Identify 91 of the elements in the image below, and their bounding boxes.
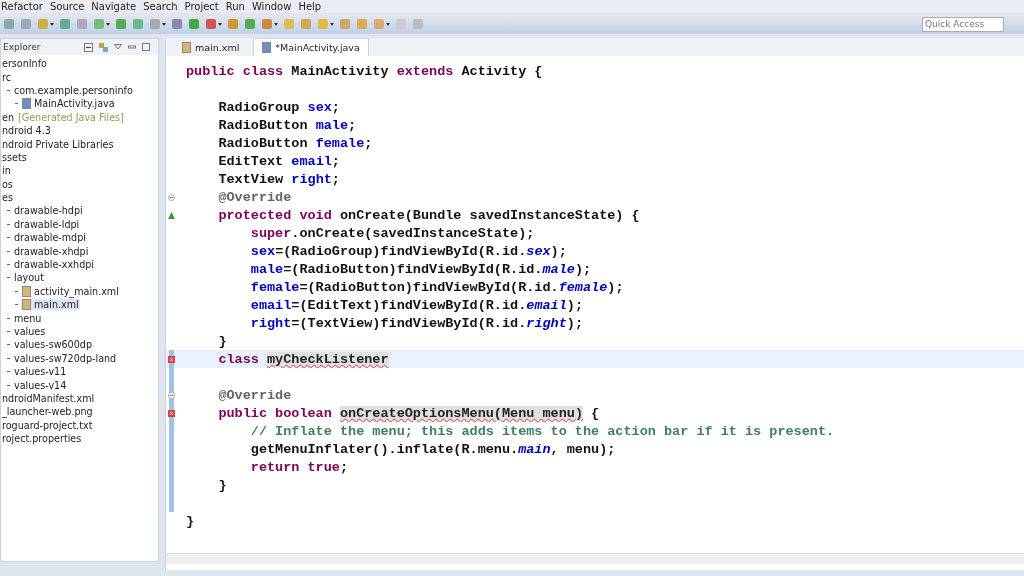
tree-item[interactable]: values-v14 [13, 379, 68, 391]
code-line: email=(EditText)findViewById(R.id.email); [249, 297, 583, 313]
tree-item[interactable]: values [13, 326, 47, 337]
file-icon [262, 42, 272, 53]
code-line: } [186, 513, 195, 529]
menu-title[interactable]: Refactor [1, 1, 43, 12]
menu-title[interactable]: Project [184, 1, 219, 12]
tree-item[interactable]: drawable-hdpi [13, 205, 84, 217]
fold-icon[interactable] [168, 193, 175, 201]
menu-title[interactable]: Window [251, 1, 292, 12]
tree-item[interactable]: ersonInfo [1, 58, 48, 70]
menu-title[interactable]: Search [143, 1, 178, 12]
tree-item[interactable]: drawable-xhdpi [13, 245, 90, 257]
tree-item[interactable]: os [1, 178, 14, 190]
code-line: RadioButton male; [217, 117, 357, 133]
editor-tab[interactable]: *MainActivity.java [253, 38, 369, 56]
toolbar-icon[interactable] [318, 18, 334, 30]
toolbar-icon[interactable] [189, 18, 200, 30]
tree-item[interactable]: en [1, 111, 15, 123]
code-line: sex=(RadioGroup)findViewById(R.id.sex); [249, 243, 567, 259]
code-line: TextView right; [217, 171, 340, 187]
quick-access-field[interactable]: Quick Access [922, 16, 1004, 32]
code-line: } [217, 477, 227, 493]
tree-item[interactable]: es [1, 192, 14, 204]
toolbar-icon[interactable] [94, 18, 110, 30]
code-line: RadioGroup sex; [217, 99, 340, 115]
code-line: } [217, 333, 227, 349]
code-line: @Override [217, 189, 292, 205]
toolbar-icon[interactable] [206, 18, 222, 30]
link-icon[interactable] [99, 42, 108, 52]
code-line: RadioButton female; [217, 135, 373, 151]
menu-title[interactable]: Source [49, 1, 85, 12]
toolbar-icon[interactable] [60, 18, 71, 30]
tree-item[interactable]: drawable-ldpi [13, 218, 81, 230]
code-line: EditText email; [217, 153, 340, 169]
tree-item[interactable]: ndroid Private Libraries [1, 138, 115, 150]
tree-item[interactable]: ndroid 4.3 [1, 125, 52, 137]
code-line: public boolean onCreateOptionsMenu(Menu menu) { [217, 405, 600, 421]
code-line: super.onCreate(savedInstanceState); [249, 225, 535, 241]
tree-item[interactable]: main.xml [21, 299, 80, 311]
horizontal-scrollbar[interactable] [166, 553, 1024, 564]
tree-item[interactable]: activity_main.xml [21, 285, 120, 297]
file-icon [22, 299, 31, 311]
toolbar-icon[interactable] [150, 18, 166, 30]
tree-item[interactable]: roject.properties [1, 433, 83, 445]
code-line: female=(RadioButton)findViewById(R.id.female); [249, 279, 624, 295]
tree-item[interactable]: values-v11 [13, 366, 68, 378]
code-line: @Override [217, 387, 292, 403]
tree-item[interactable]: layout [13, 272, 45, 284]
tree-item[interactable]: values-sw600dp [13, 339, 93, 351]
toolbar-icon[interactable] [172, 18, 183, 30]
file-icon [182, 41, 191, 53]
tree-item-decoration: [Generated Java Files] [18, 111, 124, 123]
tree-item[interactable]: ssets [1, 151, 28, 163]
code-line: return true; [249, 459, 349, 475]
minimize-icon[interactable] [128, 43, 136, 51]
fold-icon[interactable] [168, 391, 175, 399]
tree-item[interactable]: in [1, 165, 12, 177]
menu-title[interactable]: Run [225, 1, 245, 12]
toolbar-icon[interactable] [38, 18, 54, 30]
tree-item[interactable]: values-sw720dp-land [13, 352, 118, 364]
code-line: public class MainActivity extends Activity { [186, 63, 543, 79]
collapse-icon[interactable] [84, 42, 93, 52]
toolbar-icon[interactable] [374, 18, 390, 30]
toolbar-icon[interactable] [245, 18, 256, 30]
file-icon [22, 98, 31, 110]
toolbar-icon[interactable] [228, 18, 239, 30]
tree-item[interactable]: rc [1, 71, 12, 83]
dropdown-icon[interactable] [114, 44, 122, 50]
view-tab[interactable]: Explorer [3, 42, 41, 52]
tree-item[interactable]: roguard-project.txt [1, 419, 94, 431]
toolbar-icon[interactable] [116, 18, 127, 30]
code-line: class myCheckListener [217, 351, 389, 367]
editor-tab[interactable]: main.xml [174, 38, 248, 56]
tree-item[interactable]: _launcher-web.png [1, 406, 94, 418]
code-line: getMenuInflater().inflate(R.menu.main, menu); [249, 441, 616, 457]
code-line: protected void onCreate(Bundle savedInstanceState) { [217, 207, 640, 223]
file-icon [22, 285, 31, 297]
maximize-icon[interactable] [142, 43, 150, 51]
tree-item[interactable]: drawable-mdpi [13, 232, 87, 244]
menu-title[interactable]: Navigate [91, 1, 137, 12]
tree-item[interactable]: ndroidManifest.xml [1, 392, 96, 404]
tree-item[interactable]: drawable-xxhdpi [13, 259, 96, 271]
tree-item[interactable]: com.example.personinfo [13, 84, 134, 96]
code-line: // Inflate the menu; this adds items to the action bar if it is present. [249, 423, 835, 439]
tree-item[interactable]: menu [13, 312, 43, 324]
menu-title[interactable]: Help [298, 1, 322, 12]
tree-item[interactable]: MainActivity.java [21, 98, 116, 110]
code-line: male=(RadioButton)findViewById(R.id.male); [249, 261, 592, 277]
code-line: right=(TextView)findViewById(R.id.right); [249, 315, 583, 331]
toolbar-icon[interactable] [262, 18, 278, 30]
